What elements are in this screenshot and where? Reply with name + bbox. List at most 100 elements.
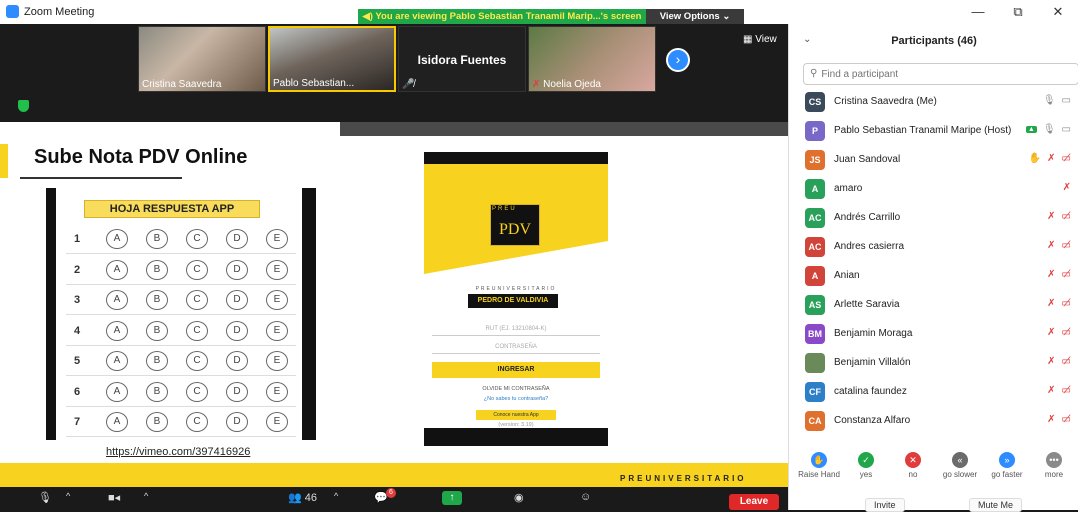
zoom-logo-icon bbox=[6, 5, 19, 18]
participant-row[interactable]: BM Benjamin Moraga ✗ ▭̸ bbox=[789, 320, 1078, 349]
video-camera-icon[interactable]: ■◂ bbox=[108, 491, 120, 504]
reaction-icon: ✕ bbox=[905, 452, 921, 468]
view-button[interactable]: ▦ View bbox=[743, 34, 777, 45]
mic-muted-icon: ✗ bbox=[1047, 240, 1056, 251]
know-app-button: Conoce nuestra App bbox=[476, 410, 556, 420]
close-icon[interactable]: ✕ bbox=[1038, 0, 1078, 24]
view-label: View bbox=[755, 34, 777, 45]
reaction-raise-hand[interactable]: ✋ Raise Hand bbox=[795, 452, 843, 479]
avatar: AS bbox=[805, 295, 825, 315]
video-tile[interactable]: Cristina Saavedra bbox=[138, 26, 266, 92]
record-icon[interactable]: ◉ bbox=[514, 491, 524, 504]
participants-button[interactable]: 👥 46 bbox=[288, 491, 317, 504]
answer-bubble: A bbox=[106, 381, 128, 402]
mic-muted-icon: ✗ bbox=[532, 79, 544, 90]
reaction-yes[interactable]: ✓ yes bbox=[842, 452, 890, 479]
mic-muted-icon: ✗ bbox=[1047, 269, 1056, 280]
answer-bubble: D bbox=[226, 351, 248, 371]
answer-bubble: B bbox=[146, 381, 168, 402]
camera-off-icon: ▭̸ bbox=[1061, 356, 1071, 367]
participant-row[interactable]: CS Cristina Saavedra (Me) 🎙 ▭ bbox=[789, 88, 1078, 117]
next-page-arrow-icon[interactable]: › bbox=[666, 48, 690, 72]
video-options-caret-icon[interactable]: ^ bbox=[144, 491, 148, 501]
avatar: JS bbox=[805, 150, 825, 170]
answer-bubble: B bbox=[146, 259, 168, 280]
avatar: A bbox=[805, 179, 825, 199]
video-tile[interactable]: Isidora Fuentes 🎤̸ bbox=[398, 26, 526, 92]
camera-off-icon: ▭̸ bbox=[1061, 211, 1071, 222]
login-button: INGRESAR bbox=[432, 362, 600, 378]
answer-bubble: E bbox=[266, 320, 288, 341]
reaction-more[interactable]: ••• more bbox=[1030, 452, 1078, 479]
participant-name: Andres casierra bbox=[834, 241, 905, 252]
participant-row[interactable]: AC Andrés Carrillo ✗ ▭̸ bbox=[789, 204, 1078, 233]
participant-name: Isidora Fuentes bbox=[417, 53, 507, 67]
answer-bubble: D bbox=[226, 381, 248, 402]
participant-row[interactable]: Aamaro ✗ bbox=[789, 175, 1078, 204]
participant-row[interactable]: JS Juan Sandoval ✋ ✗ ▭̸ bbox=[789, 146, 1078, 175]
minimize-icon[interactable]: — bbox=[958, 0, 998, 24]
participants-caret-icon[interactable]: ^ bbox=[334, 491, 338, 501]
slide-accent-bar bbox=[0, 144, 8, 178]
reaction-label: yes bbox=[859, 470, 873, 479]
answer-bubble: C bbox=[186, 320, 208, 341]
answer-bubble: C bbox=[186, 351, 208, 371]
reaction-go-slower[interactable]: « go slower bbox=[936, 452, 984, 479]
video-tile[interactable]: ✗ Noelia Ojeda bbox=[528, 26, 656, 92]
participant-row[interactable]: Benjamin Villalón ✗ ▭̸ bbox=[789, 349, 1078, 378]
camera-off-icon: ▭̸ bbox=[1061, 327, 1071, 338]
participant-name: Anian bbox=[834, 270, 860, 281]
answer-bubble: B bbox=[146, 320, 168, 341]
leave-button[interactable]: Leave bbox=[729, 494, 779, 510]
share-screen-icon[interactable]: ↑ bbox=[442, 491, 462, 505]
camera-icon: ▭ bbox=[1061, 124, 1071, 135]
view-options-button[interactable]: View Options ⌄ bbox=[646, 9, 744, 25]
microphone-icon[interactable]: 🎙 bbox=[38, 491, 52, 504]
participant-row[interactable]: CA Constanza Alfaro ✗ ▭̸ bbox=[789, 407, 1078, 436]
participant-row[interactable]: A Anian ✗ ▭̸ bbox=[789, 262, 1078, 291]
audio-options-caret-icon[interactable]: ^ bbox=[66, 491, 70, 501]
reaction-go-faster[interactable]: » go faster bbox=[983, 452, 1031, 479]
participants-header: ⌄ Participants (46) bbox=[789, 24, 1078, 58]
reaction-label: go faster bbox=[991, 470, 1023, 479]
participant-status-icons: ✗ ▭̸ bbox=[1047, 356, 1071, 367]
reaction-label: Raise Hand bbox=[798, 470, 840, 479]
answer-bubble: E bbox=[266, 351, 288, 371]
reactions-icon[interactable]: ☺ bbox=[580, 491, 591, 503]
search-icon: ⚲ bbox=[810, 68, 818, 79]
answer-bubble: A bbox=[106, 259, 128, 280]
screen-share-icon: ▲ bbox=[1025, 126, 1037, 133]
answer-row: 7 ABCDE bbox=[66, 407, 296, 437]
avatar: CF bbox=[805, 382, 825, 402]
avatar: AC bbox=[805, 208, 825, 228]
participant-row[interactable]: AC Andres casierra ✗ ▭̸ bbox=[789, 233, 1078, 262]
restore-icon[interactable]: ⧉ bbox=[998, 0, 1038, 24]
reaction-icon: ••• bbox=[1046, 452, 1062, 468]
window-controls: — ⧉ ✕ bbox=[958, 0, 1078, 24]
answer-row: 5 ABCDE bbox=[66, 346, 296, 376]
participant-status-icons: ✗ bbox=[1063, 182, 1071, 193]
participants-count: 46 bbox=[304, 492, 318, 504]
participant-search[interactable]: ⚲ bbox=[803, 63, 1078, 85]
video-strip: Cristina Saavedra Pablo Sebastian... Isi… bbox=[0, 24, 788, 122]
avatar: A bbox=[805, 266, 825, 286]
search-input[interactable] bbox=[821, 68, 1062, 80]
answer-row: 3 ABCDE bbox=[66, 285, 296, 315]
participant-row[interactable]: CF catalina faundez ✗ ▭̸ bbox=[789, 378, 1078, 407]
avatar: AC bbox=[805, 237, 825, 257]
video-tile-active-speaker[interactable]: Pablo Sebastian... bbox=[268, 26, 396, 92]
participant-row[interactable]: P Pablo Sebastian Tranamil Maripe (Host) ▲… bbox=[789, 117, 1078, 146]
participant-row[interactable]: AS Arlette Saravia ✗ ▭̸ bbox=[789, 291, 1078, 320]
answer-row: 4 ABCDE bbox=[66, 316, 296, 346]
vimeo-link[interactable]: https://vimeo.com/397416926 bbox=[106, 446, 250, 458]
reaction-no[interactable]: ✕ no bbox=[889, 452, 937, 479]
participant-name: catalina faundez bbox=[834, 386, 907, 397]
participant-status-icons: ✗ ▭̸ bbox=[1047, 211, 1071, 222]
participant-name: Arlette Saravia bbox=[834, 299, 900, 310]
participant-name: Benjamin Villalón bbox=[834, 357, 911, 368]
security-shield-icon[interactable] bbox=[18, 100, 29, 112]
mic-icon: 🎙 bbox=[1042, 124, 1056, 135]
answer-bubble: E bbox=[266, 412, 288, 432]
question-number: 3 bbox=[74, 294, 81, 306]
forgot-password-link: OLVIDE MI CONTRASEÑA bbox=[482, 386, 550, 392]
